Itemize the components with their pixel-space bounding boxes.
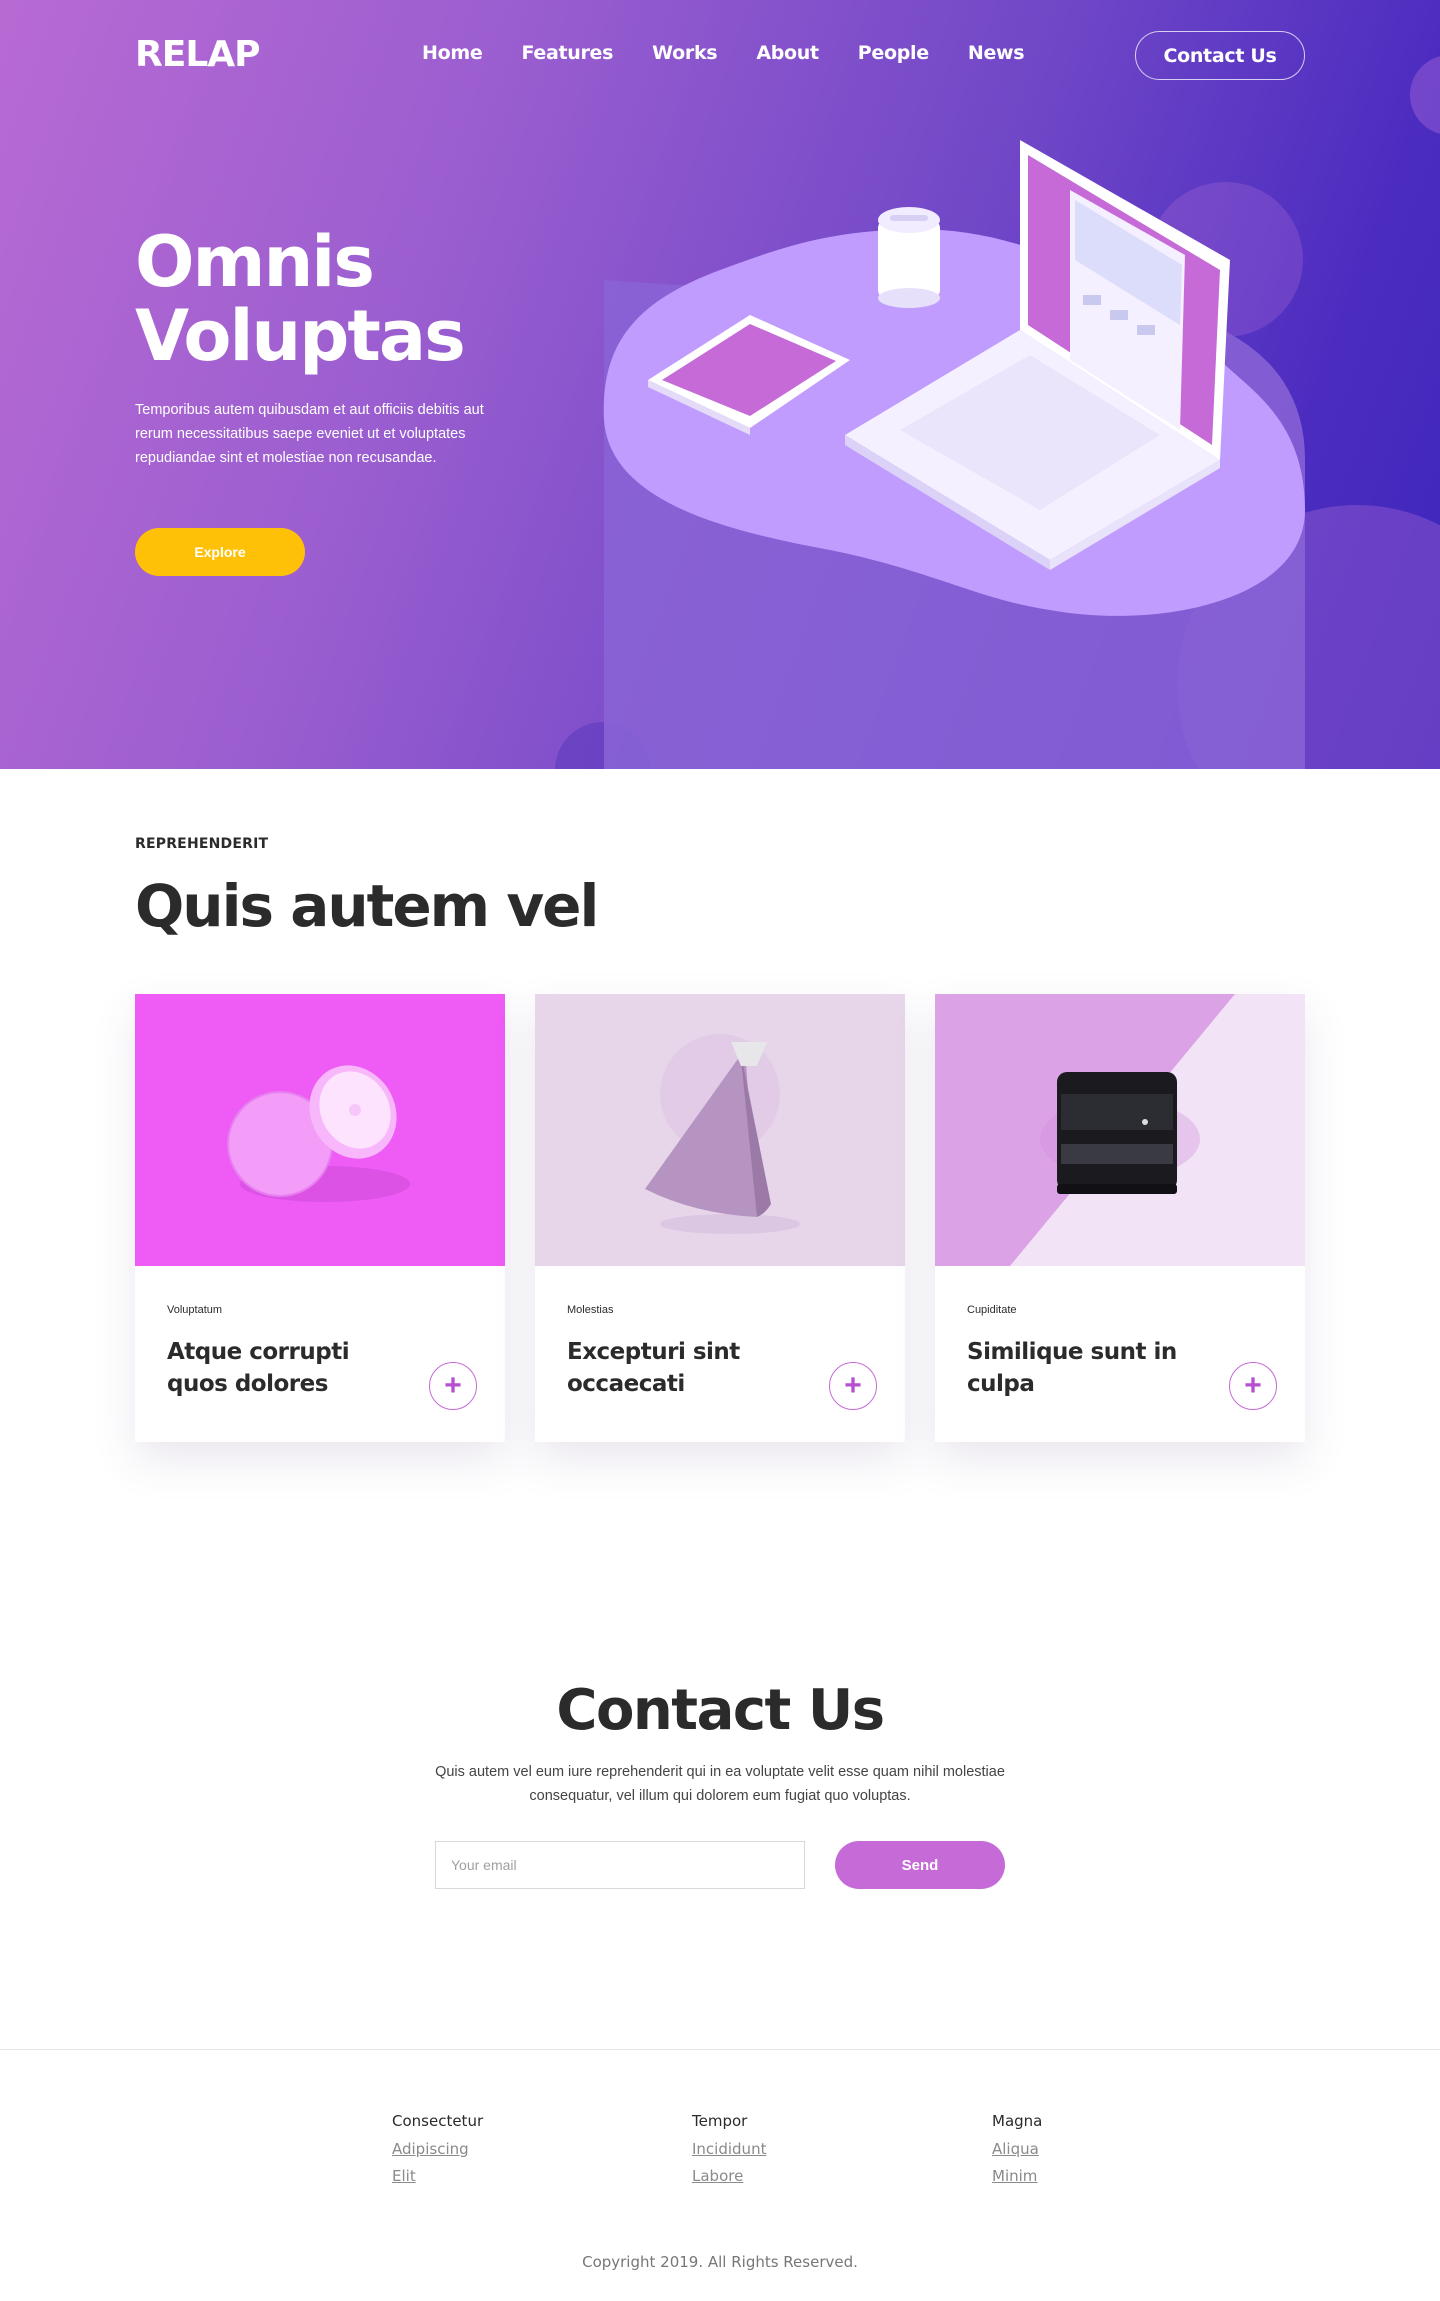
card-image-camera-lens	[935, 994, 1305, 1266]
plus-icon[interactable]: +	[429, 1362, 477, 1410]
section-eyebrow: REPREHENDERIT	[135, 836, 269, 852]
cards-grid: Voluptatum Atque corrupti quos dolores +…	[135, 994, 1305, 1442]
footer-column: Tempor Incididunt Labore	[692, 2112, 912, 2194]
footer-link[interactable]: Minim	[992, 2167, 1212, 2185]
hero-description: Temporibus autem quibusdam et aut offici…	[135, 402, 484, 466]
nav-item-works[interactable]: Works	[652, 42, 717, 64]
hero-section: RELAP Home Features Works About People N…	[0, 0, 1440, 769]
contact-title: Contact Us	[556, 1678, 885, 1743]
nav-item-features[interactable]: Features	[521, 42, 613, 64]
card-category: Voluptatum	[167, 1304, 223, 1316]
nav-item-news[interactable]: News	[968, 42, 1025, 64]
main-nav: Home Features Works About People News	[422, 42, 1063, 64]
service-card[interactable]: Voluptatum Atque corrupti quos dolores +	[135, 994, 505, 1442]
footer-link[interactable]: Aliqua	[992, 2140, 1212, 2158]
nav-item-about[interactable]: About	[756, 42, 819, 64]
footer-column: Consectetur Adipiscing Elit	[392, 2112, 612, 2194]
explore-button[interactable]: Explore	[135, 528, 305, 576]
footer-link[interactable]: Incididunt	[692, 2140, 912, 2158]
service-card[interactable]: Molestias Excepturi sint occaecati +	[535, 994, 905, 1442]
card-title[interactable]: Excepturi sint occaecati	[567, 1336, 807, 1400]
footer-link[interactable]: Adipiscing	[392, 2140, 612, 2158]
footer-column-heading: Tempor	[692, 2112, 748, 2130]
send-button[interactable]: Send	[835, 1841, 1005, 1889]
footer-column-heading: Magna	[992, 2112, 1043, 2130]
brand-logo[interactable]: RELAP	[135, 34, 260, 75]
footer-divider	[0, 2049, 1440, 2050]
card-image-cone	[535, 994, 905, 1266]
contact-us-button[interactable]: Contact Us	[1135, 31, 1305, 80]
decorative-bubble	[1410, 55, 1440, 135]
plus-icon[interactable]: +	[1229, 1362, 1277, 1410]
footer-link[interactable]: Elit	[392, 2167, 612, 2185]
card-category: Molestias	[567, 1304, 614, 1316]
card-title[interactable]: Similique sunt in culpa	[967, 1336, 1207, 1400]
footer-column-heading: Consectetur	[392, 2112, 484, 2130]
plus-icon[interactable]: +	[829, 1362, 877, 1410]
workspace-illustration	[603, 140, 1305, 769]
card-image-citrus	[135, 994, 505, 1266]
footer-column: Magna Aliqua Minim	[992, 2112, 1212, 2194]
footer-link[interactable]: Labore	[692, 2167, 912, 2185]
section-title: Quis autem vel	[135, 872, 599, 940]
email-field[interactable]	[435, 1841, 805, 1889]
card-title[interactable]: Atque corrupti quos dolores	[167, 1336, 407, 1400]
card-category: Cupiditate	[967, 1304, 1017, 1316]
service-card[interactable]: Cupiditate Similique sunt in culpa +	[935, 994, 1305, 1442]
nav-item-people[interactable]: People	[858, 42, 929, 64]
hero-title: Omnis Voluptas	[135, 221, 466, 377]
cup-illustration	[878, 207, 940, 308]
contact-description: Quis autem vel eum iure reprehenderit qu…	[435, 1764, 1005, 1804]
copyright-text: Copyright 2019. All Rights Reserved.	[582, 2253, 858, 2271]
nav-item-home[interactable]: Home	[422, 42, 483, 64]
